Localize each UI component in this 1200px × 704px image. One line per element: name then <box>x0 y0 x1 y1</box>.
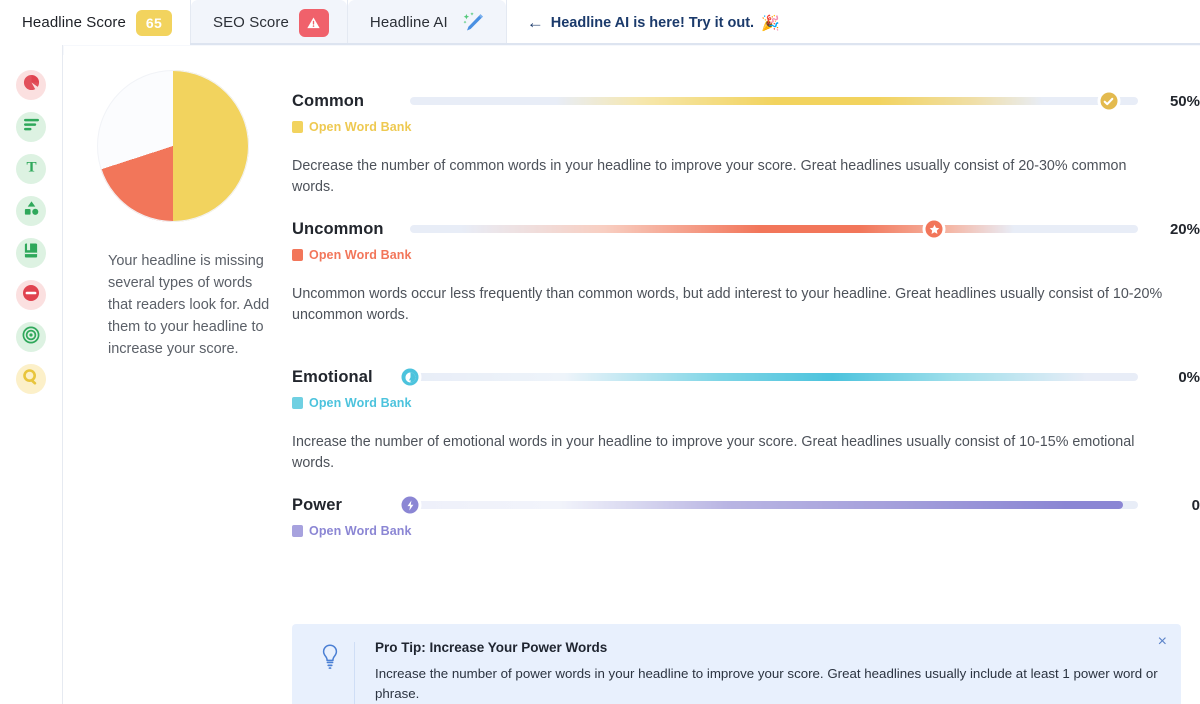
metric-name: Common <box>292 91 365 110</box>
headline-score-badge: 65 <box>135 9 172 36</box>
typography-icon: T <box>23 158 40 180</box>
metric-head: Emotional 0% <box>292 364 1200 390</box>
sidebar-item-shapes[interactable] <box>16 196 46 226</box>
tab-headline-ai-label: Headline AI <box>369 14 448 31</box>
metric-head: Power 0 <box>292 492 1200 518</box>
metric-marker[interactable] <box>922 217 946 241</box>
sidebar-item-search[interactable] <box>16 364 46 394</box>
bar-target-zone <box>555 97 1044 105</box>
metric-description: Increase the number of emotional words i… <box>292 434 1135 471</box>
promo-text: Headline AI is here! Try it out. <box>550 14 755 31</box>
left-arrow-icon: ← <box>526 13 544 32</box>
open-word-bank-label: Open Word Bank <box>309 396 412 410</box>
shapes-icon <box>23 200 40 222</box>
metric-head: Common 50% <box>292 88 1200 114</box>
metric-marker[interactable] <box>398 493 422 517</box>
metric-row: Power 0 Open Word Bank <box>292 492 1200 538</box>
word-bank-icon <box>292 121 303 133</box>
pro-tip-title: Pro Tip: Increase Your Power Words <box>375 640 608 655</box>
main-content: Your headline is missing several types o… <box>64 46 1200 704</box>
metric-value: 0 <box>1191 496 1200 514</box>
tab-bar: Headline Score 65 SEO Score Headline AI <box>0 0 1200 45</box>
tab-seo-score[interactable]: SEO Score <box>190 0 347 45</box>
sidebar-item-target[interactable] <box>16 322 46 352</box>
open-word-bank-label: Open Word Bank <box>309 120 412 134</box>
tab-seo-score-label: SEO Score <box>212 14 289 31</box>
metric-value: 50% <box>1169 92 1200 110</box>
word-type-pie-chart <box>97 70 249 222</box>
pro-tip-callout: Pro Tip: Increase Your Power Words Incre… <box>292 624 1181 704</box>
metric-description: Decrease the number of common words in y… <box>292 158 1127 195</box>
metric-value: 0% <box>1178 368 1200 386</box>
close-icon[interactable]: × <box>1158 634 1167 650</box>
tab-headline-score-label: Headline Score <box>22 14 126 31</box>
headline-ai-promo-link[interactable]: ← Headline AI is here! Try it out. 🎉 <box>507 0 794 45</box>
svg-text:T: T <box>26 160 36 175</box>
sidebar-item-book[interactable] <box>16 238 46 268</box>
metric-bar[interactable] <box>398 492 1138 518</box>
metric-row: Uncommon 20% Open Word Bank Uncommon words … <box>292 216 1200 326</box>
target-icon <box>22 326 40 349</box>
metric-description: Uncommon words occur less frequently tha… <box>292 286 1163 323</box>
sidebar-item-pie-chart[interactable] <box>16 70 46 100</box>
warning-icon <box>298 8 329 37</box>
text-lines-icon <box>23 117 40 137</box>
headline-analyzer-app: Headline Score 65 SEO Score Headline AI <box>0 0 1200 704</box>
metric-row: Common 50% Open Word Bank Decrease the numb… <box>292 88 1200 198</box>
open-word-bank-link[interactable]: Open Word Bank <box>292 524 1200 538</box>
metric-name: Power <box>292 495 343 514</box>
open-word-bank-label: Open Word Bank <box>309 248 412 262</box>
summary-text: Your headline is missing several types o… <box>108 253 270 357</box>
metric-marker[interactable] <box>398 365 422 389</box>
summary-panel: Your headline is missing several types o… <box>88 70 298 360</box>
pro-tip-body: Pro Tip: Increase Your Power Words Incre… <box>375 640 1163 704</box>
metric-bar[interactable] <box>398 364 1138 390</box>
open-word-bank-link[interactable]: Open Word Bank <box>292 120 1200 134</box>
book-icon <box>23 242 39 264</box>
sidebar: T <box>0 45 63 704</box>
open-word-bank-label: Open Word Bank <box>309 524 412 538</box>
metric-marker[interactable] <box>1097 89 1121 113</box>
sparkle-pencil-icon <box>458 10 488 36</box>
pro-tip-description: Increase the number of power words in yo… <box>375 666 1158 701</box>
pro-tip-divider <box>354 642 355 704</box>
open-word-bank-link[interactable]: Open Word Bank <box>292 396 1200 410</box>
metric-value: 20% <box>1169 220 1200 238</box>
metric-row: Emotional 0% Open Word Bank Increase the nu… <box>292 364 1200 474</box>
metric-name: Uncommon <box>292 219 384 238</box>
pie-chart-icon <box>23 74 40 96</box>
tab-headline-ai[interactable]: Headline AI <box>347 0 506 45</box>
sidebar-item-text-lines[interactable] <box>16 112 46 142</box>
word-bank-icon <box>292 249 303 261</box>
confetti-icon: 🎉 <box>761 14 780 32</box>
metric-bar[interactable] <box>410 216 1138 242</box>
bar-target-zone <box>417 373 1088 381</box>
sidebar-item-typography[interactable]: T <box>16 154 46 184</box>
word-bank-icon <box>292 397 303 409</box>
search-icon <box>22 368 40 391</box>
tab-headline-score[interactable]: Headline Score 65 <box>0 0 190 45</box>
metric-bar[interactable] <box>410 88 1138 114</box>
open-word-bank-link[interactable]: Open Word Bank <box>292 248 1200 262</box>
no-entry-icon <box>22 284 40 307</box>
lightbulb-icon <box>308 640 352 704</box>
metric-head: Uncommon 20% <box>292 216 1200 242</box>
sidebar-item-no-entry[interactable] <box>16 280 46 310</box>
bar-target-zone <box>417 501 1124 509</box>
word-bank-icon <box>292 525 303 537</box>
metric-name: Emotional <box>292 367 373 386</box>
